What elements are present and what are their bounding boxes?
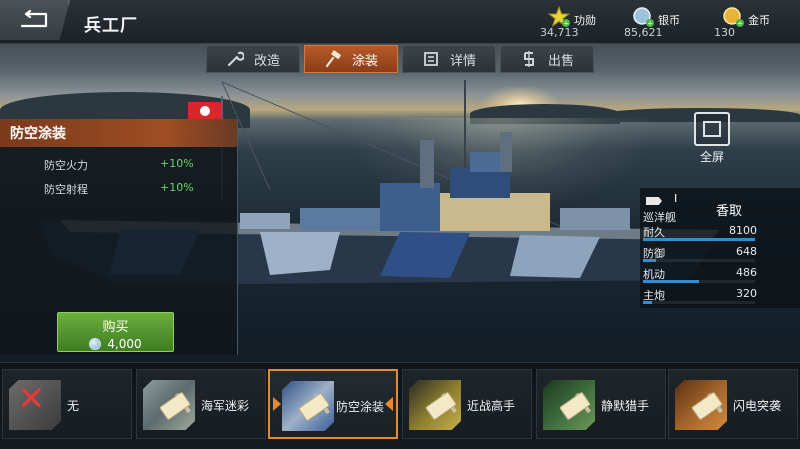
silver-coin-icon: + <box>633 7 654 28</box>
cruiser-class-icon <box>646 197 662 205</box>
ship-stat-bar <box>643 238 755 241</box>
medal-star-icon: + <box>548 6 570 28</box>
tab-sell[interactable]: 出售 <box>500 45 594 73</box>
silver-value: 85,621 <box>624 26 663 39</box>
buy-label: 购买 <box>102 320 129 335</box>
paint-option-lightning-raid[interactable]: 闪电突袭 <box>668 369 798 439</box>
paint-stat-row: 防空射程 +10% <box>0 177 237 201</box>
ship-stat-bar-fill <box>643 238 755 241</box>
silver-coin-icon <box>89 338 102 350</box>
ship-name: 香取 <box>716 204 743 219</box>
tab-paint-label: 涂装 <box>351 53 378 69</box>
tab-paint[interactable]: 涂装 <box>304 45 398 73</box>
tab-details-label: 详情 <box>449 53 476 69</box>
tab-modify[interactable]: 改造 <box>206 45 300 73</box>
ship-stats-panel: I 巡洋舰 香取 耐久 8100 防御 648 机动 486 主炮 320 <box>640 188 800 308</box>
gold-value: 130 <box>714 26 735 39</box>
wrench-icon <box>227 51 244 67</box>
ship-stat-bar-fill <box>643 301 652 304</box>
ship-class: 巡洋舰 <box>643 211 676 224</box>
paint-stat-value: +10% <box>160 157 194 170</box>
ship-stat-bar <box>643 301 755 304</box>
paint-option-label: 海军迷彩 <box>201 399 250 413</box>
buy-price-row: 4,000 <box>58 337 173 351</box>
fullscreen-button[interactable]: 全屏 <box>693 112 731 164</box>
paint-info-title: 防空涂装 <box>0 119 237 147</box>
selected-arrow-right <box>385 397 393 411</box>
back-button[interactable] <box>0 0 70 40</box>
paint-selector: ✕ 无 海军迷彩 防空涂装 近战高手 静默猎手 闪电突袭 <box>0 362 800 449</box>
back-arrow-icon <box>20 10 48 28</box>
none-x-mark: ✕ <box>17 379 46 419</box>
ship-tier: I <box>674 192 678 205</box>
ship-stat-value: 8100 <box>729 224 757 237</box>
ship-stat-mobility: 机动 486 <box>640 266 800 286</box>
paint-stat-name: 防空射程 <box>44 183 88 196</box>
ship-stat-bar-fill <box>643 259 657 262</box>
tab-bar: 改造 涂装 详情 出售 <box>206 45 594 73</box>
paint-option-melee[interactable]: 近战高手 <box>402 369 532 439</box>
ship-stat-value: 648 <box>736 245 757 258</box>
page-title: 兵工厂 <box>84 16 138 36</box>
paint-stat-name: 防空火力 <box>44 159 88 172</box>
tab-sell-label: 出售 <box>547 53 574 69</box>
buy-price: 4,000 <box>107 337 142 351</box>
top-bar: 兵工厂 + 功勋 34,713 + 银币 85,621 + 金币 130 <box>0 0 800 44</box>
paint-option-aa-camo[interactable]: 防空涂装 <box>268 369 398 439</box>
fullscreen-icon <box>694 112 730 146</box>
sell-icon <box>523 51 534 67</box>
ship-stat-defense: 防御 648 <box>640 245 800 265</box>
paint-option-label: 闪电突袭 <box>733 399 782 413</box>
paint-option-label: 无 <box>67 399 80 413</box>
paint-option-silent-hunter[interactable]: 静默猎手 <box>536 369 666 439</box>
tab-modify-label: 改造 <box>253 53 280 69</box>
paint-option-none[interactable]: ✕ 无 <box>2 369 132 439</box>
paint-roller-icon <box>325 50 341 68</box>
gold-label: 金币 <box>748 14 770 27</box>
ship-stat-bar <box>643 280 755 283</box>
svg-text:+: + <box>737 20 743 28</box>
paint-stat-value: +10% <box>160 181 194 194</box>
details-icon <box>424 52 438 66</box>
ship-stat-main-gun: 主炮 320 <box>640 287 800 307</box>
fullscreen-label: 全屏 <box>699 150 724 164</box>
ship-stat-value: 486 <box>736 266 757 279</box>
ship-stat-durability: 耐久 8100 <box>640 224 800 244</box>
ship-stat-value: 320 <box>736 287 757 300</box>
paint-stat-row: 防空火力 +10% <box>0 153 237 177</box>
ship-stat-bar-fill <box>643 280 699 283</box>
buy-button[interactable]: 购买 4,000 <box>57 312 174 352</box>
tab-details[interactable]: 详情 <box>402 45 496 73</box>
merit-value: 34,713 <box>540 26 579 39</box>
selected-arrow-left <box>273 397 281 411</box>
paint-option-label: 静默猎手 <box>601 399 650 413</box>
paint-option-label: 防空涂装 <box>336 400 385 414</box>
gold-coin-icon: + <box>723 7 744 28</box>
ship-stat-bar <box>643 259 755 262</box>
paint-option-navy-camo[interactable]: 海军迷彩 <box>136 369 266 439</box>
paint-option-label: 近战高手 <box>467 399 516 413</box>
